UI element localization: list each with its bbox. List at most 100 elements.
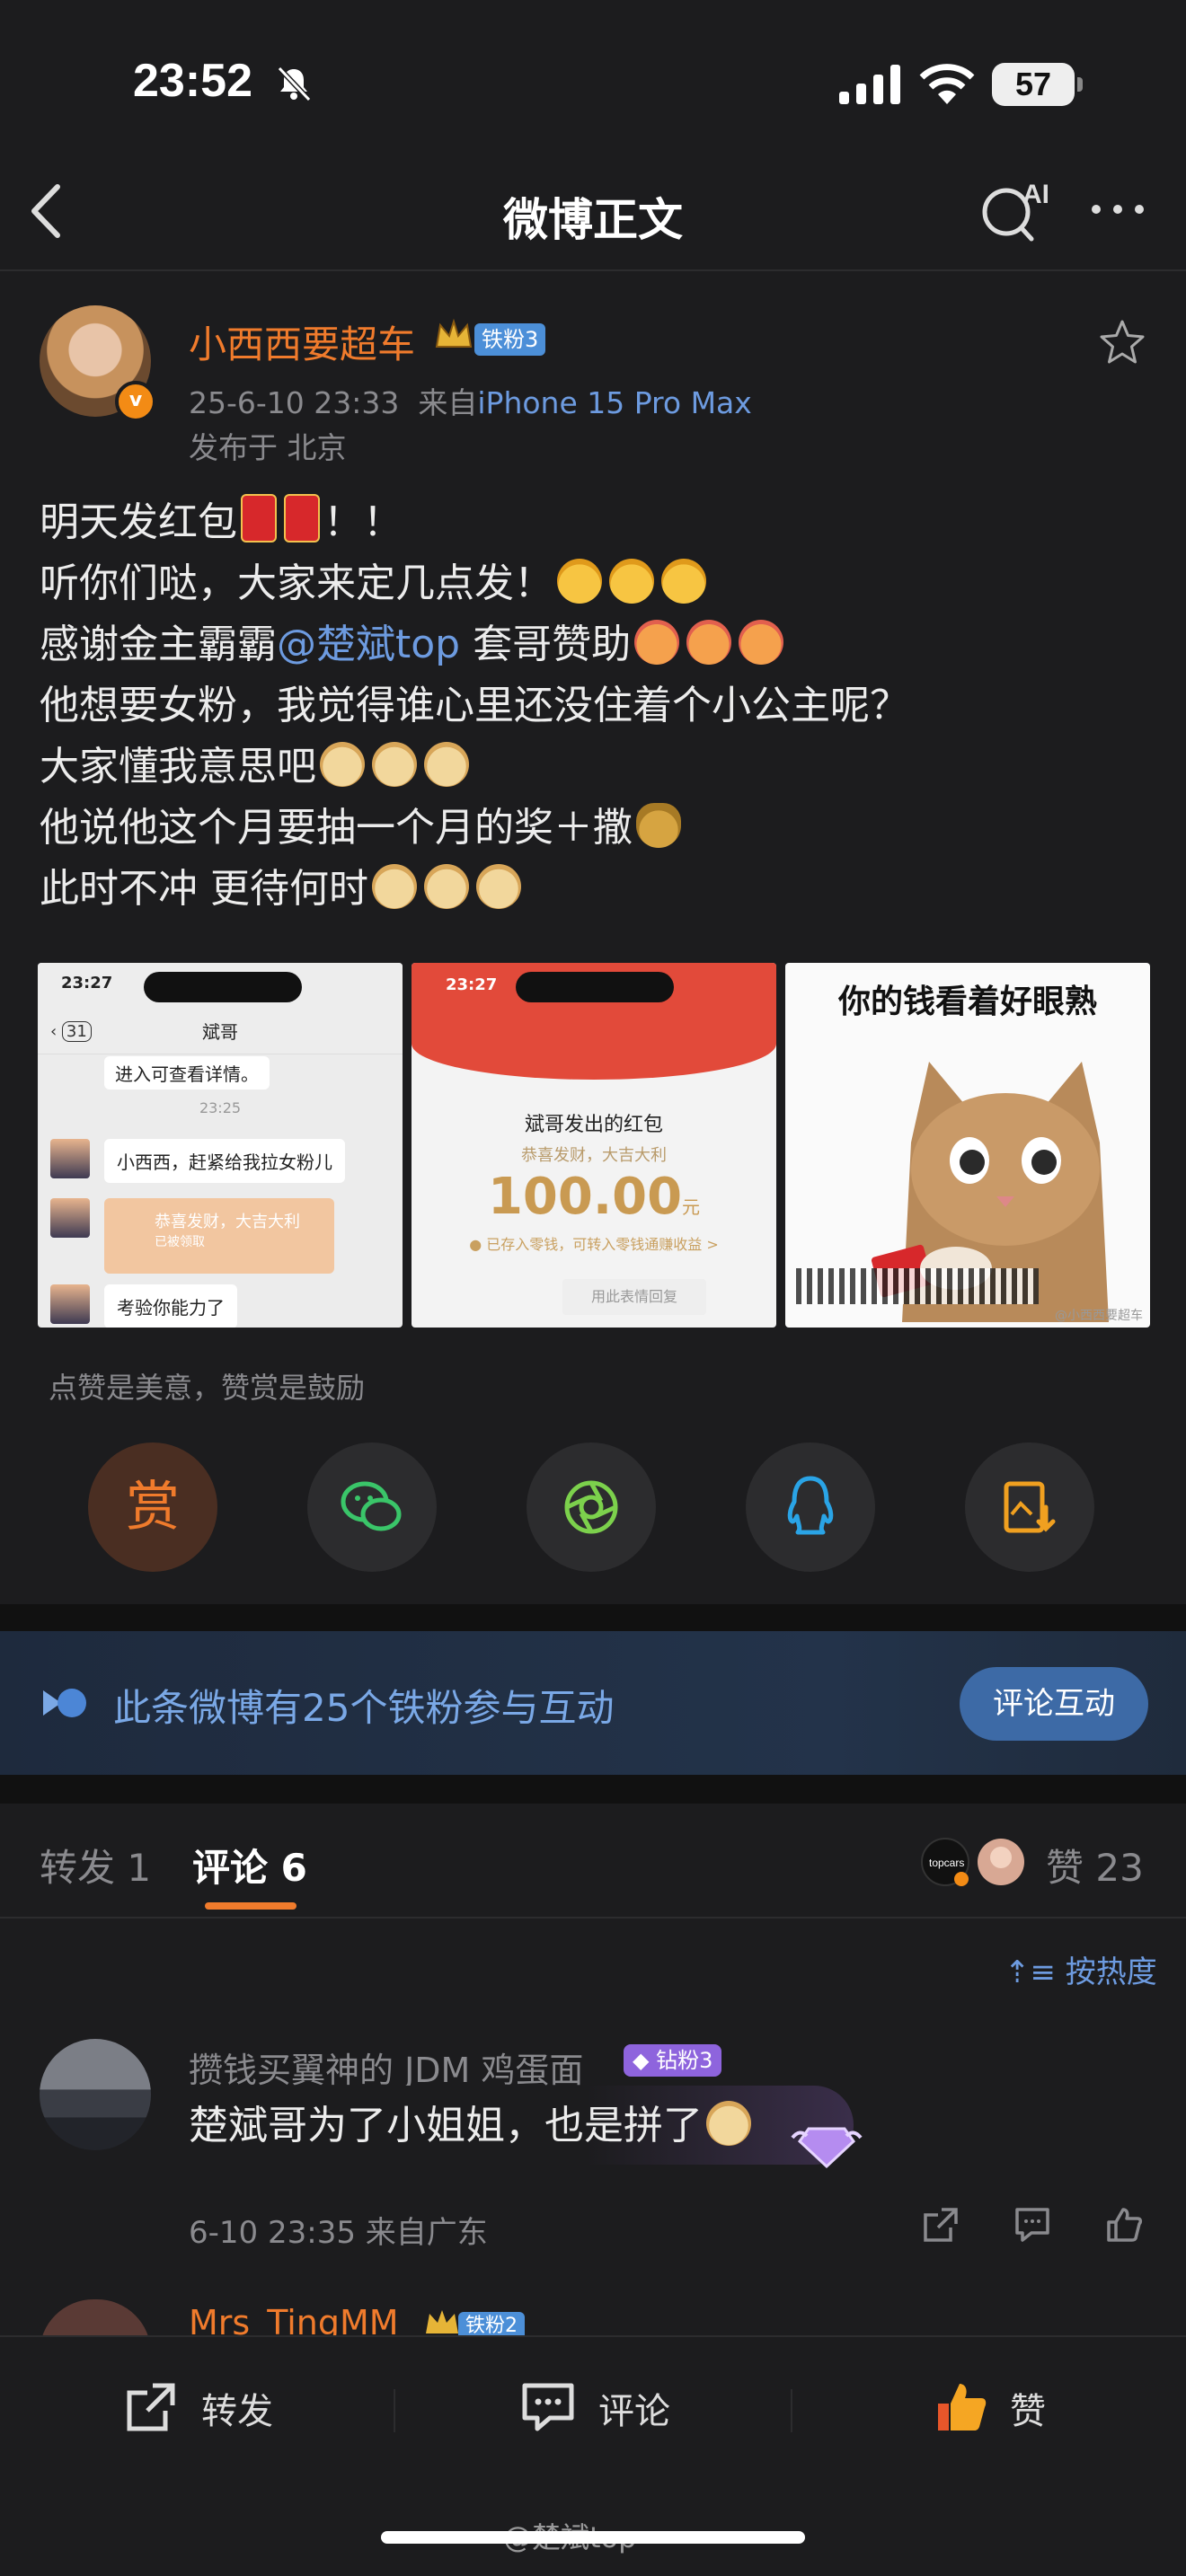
like-comment-icon[interactable] [1103, 2204, 1145, 2245]
chat-back: ‹ 31 [50, 1021, 92, 1042]
comment-button[interactable]: 评论 [598, 2382, 670, 2434]
commenter-fan-badge: ◆ 钻粉3 [624, 2044, 722, 2077]
packet-title: 斌哥发出的红包 [524, 1114, 663, 1136]
home-indicator[interactable] [381, 2531, 805, 2544]
ai-label: AI [1022, 180, 1049, 209]
battery-indicator: 57 [992, 63, 1083, 106]
post-source-prefix: 来自 [418, 385, 478, 420]
body-line-6: 他说他这个月要抽一个月的奖＋撒 [40, 805, 633, 851]
kiss-emoji-icon [739, 620, 784, 665]
commenter-avatar[interactable] [40, 2039, 151, 2150]
doge-emoji-icon [320, 742, 365, 787]
doge-emoji-icon [372, 864, 417, 909]
share-wechat-button[interactable] [307, 1442, 437, 1572]
body-line-1-end: ！！ [323, 499, 403, 545]
favorite-star-icon[interactable] [1098, 318, 1146, 366]
like-thumb-icon[interactable] [933, 2378, 990, 2436]
comment-interact-button[interactable]: 评论互动 [960, 1667, 1148, 1741]
dynamic-island [144, 972, 302, 1002]
chat-avatar [50, 1139, 90, 1178]
post-device[interactable]: iPhone 15 Pro Max [477, 385, 751, 420]
doge-emoji-icon [706, 2101, 751, 2146]
chat-message-1: 小西西，赶紧给我拉女粉儿 [104, 1139, 345, 1183]
packet-status: 已被领取 [155, 1235, 205, 1249]
post-image-cat-meme[interactable]: 你的钱看着好眼熟 @小西西要超车 [785, 963, 1150, 1328]
fans-badge-icon [43, 1689, 86, 1717]
bar-separator [791, 2389, 792, 2432]
doge-emoji-icon [372, 742, 417, 787]
comment-text-value: 楚斌哥为了小姐姐，也是拼了 [189, 2103, 703, 2148]
kiss-emoji-icon [686, 620, 732, 665]
more-options-icon[interactable] [1089, 201, 1146, 217]
share-qq-button[interactable] [746, 1442, 875, 1572]
reward-button[interactable]: 赏 [88, 1442, 217, 1572]
body-line-4: 他想要女粉，我觉得谁心里还没住着个小公主呢？ [40, 683, 909, 728]
crown-icon [435, 318, 473, 348]
packet-unit: 元 [682, 1196, 701, 1218]
mention-link[interactable]: @楚斌top [277, 622, 460, 667]
chat-timestamp: 23:25 [199, 1099, 242, 1116]
reward-label: 赏 [126, 1476, 180, 1539]
post-image-red-packet[interactable]: 23:27 斌哥发出的红包 恭喜发财，大吉大利 100.00元 ● 已存入零钱，… [412, 963, 776, 1328]
section-gap [0, 1775, 1186, 1804]
ai-search-icon[interactable]: AI [979, 178, 1051, 243]
share-comment-icon[interactable] [920, 2204, 961, 2245]
section-gap [0, 1604, 1186, 1633]
chat-avatar [50, 1198, 90, 1238]
verified-badge-icon: v [115, 381, 156, 422]
chat-back-count: 31 [61, 1021, 92, 1042]
money-bag-emoji-icon [636, 803, 681, 848]
wechat-icon [341, 1481, 402, 1531]
repost-icon[interactable] [122, 2378, 180, 2436]
post-meta: 25-6-10 23:33 来自iPhone 15 Pro Max [189, 379, 752, 422]
packet-amount: 100.00元 [412, 1168, 776, 1226]
kiss-emoji-icon [634, 620, 680, 665]
chat-message-2: 考验你能力了 [104, 1284, 237, 1328]
chat-note: 进入可查看详情。 [104, 1056, 270, 1090]
diamond-decoration-icon [791, 2127, 863, 2169]
qq-penguin-icon [787, 1476, 834, 1535]
post-body: 明天发红包！！ 听你们哒，大家来定几点发！ 感谢金主霸霸@楚斌top 套哥赞助 … [40, 492, 909, 920]
nav-divider [0, 269, 1186, 271]
repost-button[interactable]: 转发 [201, 2382, 273, 2434]
signal-icon [839, 65, 900, 104]
like-button[interactable]: 赞 [1010, 2382, 1046, 2434]
body-line-1: 明天发红包 [40, 499, 237, 545]
meme-caption: 你的钱看着好眼熟 [837, 984, 1097, 1020]
chat-avatar [50, 1284, 90, 1324]
tab-likes[interactable]: 赞 23 [1046, 1838, 1144, 1892]
meme-obscured-text [796, 1268, 1039, 1304]
liker-avatars[interactable]: topcars [920, 1836, 1028, 1888]
commenter-name[interactable]: 攒钱买翼神的 JDM 鸡蛋面 [189, 2042, 583, 2092]
commenter-badge-label: 钻粉3 [656, 2048, 713, 2073]
post-location: 发布于 北京 [189, 430, 347, 465]
packet-note: ● 已存入零钱，可转入零钱通赚收益 > [469, 1236, 719, 1253]
reply-comment-icon[interactable] [1012, 2204, 1053, 2245]
red-envelope-emoji-icon [284, 494, 320, 543]
wifi-icon [919, 64, 975, 104]
tab-repost[interactable]: 转发 1 [40, 1838, 151, 1892]
bell-muted-icon [277, 66, 312, 102]
body-line-3b: 套哥赞助 [473, 622, 632, 667]
post-date: 25-6-10 23:33 [189, 385, 400, 420]
sort-label: 按热度 [1065, 1954, 1157, 1990]
author-name[interactable]: 小西西要超车 [189, 314, 415, 369]
status-time: 23:52 [133, 55, 252, 107]
tab-comments[interactable]: 评论 6 [192, 1838, 307, 1892]
comment-meta: 6-10 23:35 来自广东 [189, 2215, 488, 2251]
sweat-emoji-icon [557, 559, 602, 604]
packet-wish: 恭喜发财，大吉大利 [155, 1213, 300, 1231]
svg-text:topcars: topcars [929, 1857, 964, 1869]
packet-amount-value: 100.00 [487, 1168, 683, 1226]
save-image-icon [1004, 1481, 1056, 1533]
sort-by-hot-button[interactable]: ⇡≡ 按热度 [1005, 1947, 1157, 1991]
post-image-chat[interactable]: 23:27 斌哥 ‹ 31 进入可查看详情。 23:25 小西西，赶紧给我拉女粉… [38, 963, 403, 1328]
share-moments-button[interactable] [527, 1442, 656, 1572]
body-line-7: 此时不冲 更待何时 [40, 866, 368, 912]
body-line-2: 听你们哒，大家来定几点发！ [40, 560, 553, 606]
packet-reply-button: 用此表情回复 [562, 1279, 706, 1315]
doge-emoji-icon [424, 742, 469, 787]
save-image-button[interactable] [965, 1442, 1094, 1572]
comment-icon[interactable] [519, 2378, 577, 2436]
comment-text: 楚斌哥为了小姐姐，也是拼了 [189, 2093, 755, 2150]
